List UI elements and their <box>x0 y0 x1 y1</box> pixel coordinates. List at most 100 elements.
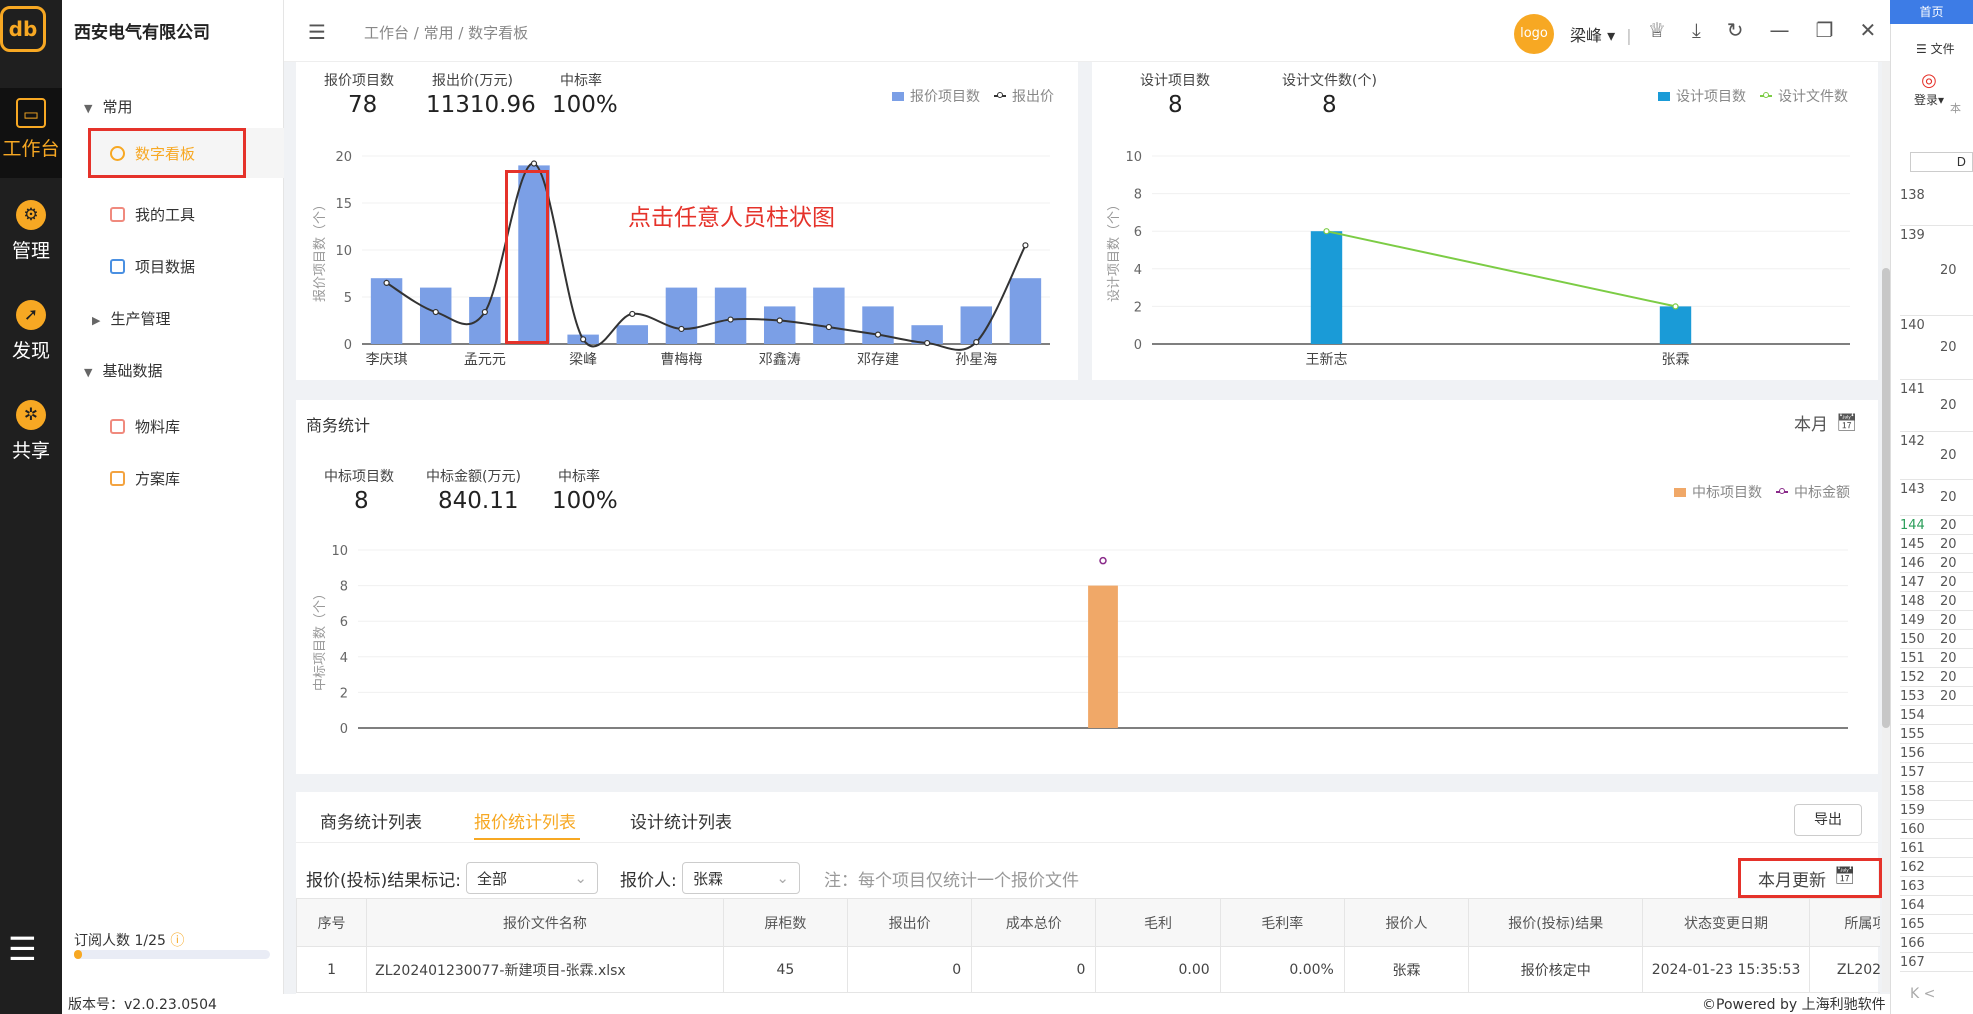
row-number: 154 <box>1900 707 1925 723</box>
spreadsheet-row[interactable]: 138 <box>1900 186 1973 226</box>
cell-value: 20 <box>1940 555 1957 571</box>
stat-label: 中标率 <box>558 469 600 485</box>
tab-quote-list[interactable]: 报价统计列表 <box>474 808 576 833</box>
sidebar-group-basic[interactable]: ▼ 基础数据 <box>84 360 162 381</box>
data-point <box>973 339 980 346</box>
spreadsheet-row[interactable]: 140 20 <box>1900 316 1973 380</box>
spreadsheet-row[interactable]: 143 20 <box>1900 480 1973 516</box>
column-header[interactable]: 报价(投标)结果 <box>1468 898 1644 947</box>
tab-design-list[interactable]: 设计统计列表 <box>630 808 732 833</box>
spreadsheet-row[interactable]: 139 20 <box>1900 226 1973 316</box>
spreadsheet-row[interactable]: 151 20 <box>1900 649 1973 668</box>
column-header[interactable]: 序号 <box>296 898 368 947</box>
download-icon[interactable]: ⤓ <box>1692 18 1701 42</box>
spreadsheet-row[interactable]: 147 20 <box>1900 573 1973 592</box>
spreadsheet-row[interactable]: 163 <box>1900 877 1973 896</box>
spreadsheet-row[interactable]: 157 <box>1900 763 1973 782</box>
login-button[interactable]: ◎ 登录▾ <box>1914 70 1944 108</box>
sidebar-item-tools[interactable]: 我的工具 <box>110 204 195 225</box>
spreadsheet-row[interactable]: 165 <box>1900 915 1973 934</box>
sheet-nav[interactable]: K < <box>1910 986 1935 1002</box>
table-cell: 45 <box>722 946 848 993</box>
quoter-filter-label: 报价人: <box>620 871 677 891</box>
file-menu[interactable]: ☰ 文件 <box>1916 40 1955 57</box>
update-period-picker[interactable]: 本月更新 📅︎ <box>1758 866 1856 891</box>
spreadsheet-row[interactable]: 166 <box>1900 934 1973 953</box>
spreadsheet-row[interactable]: 159 <box>1900 801 1973 820</box>
spreadsheet-row[interactable]: 167 <box>1900 953 1973 972</box>
spreadsheet-row[interactable]: 158 <box>1900 782 1973 801</box>
result-filter-select[interactable]: 全部 ⌄ <box>466 862 598 894</box>
active-tab-indicator <box>474 838 580 840</box>
scrollbar-thumb[interactable] <box>1882 268 1890 728</box>
spreadsheet-row[interactable]: 142 20 <box>1900 432 1973 480</box>
spreadsheet-row[interactable]: 141 20 <box>1900 380 1973 432</box>
share-icon: ✲ <box>16 400 46 430</box>
spreadsheet-row[interactable]: 156 <box>1900 744 1973 763</box>
export-button[interactable]: 导出 <box>1794 804 1862 836</box>
sidebar-item-label: 我的工具 <box>135 206 196 224</box>
column-header[interactable]: 成本总价 <box>971 898 1097 947</box>
spreadsheet-row[interactable]: 152 20 <box>1900 668 1973 687</box>
data-point <box>1672 303 1679 310</box>
row-number: 138 <box>1900 188 1925 203</box>
minimize-icon[interactable]: — <box>1770 18 1790 42</box>
spreadsheet-row[interactable]: 145 20 <box>1900 535 1973 554</box>
spreadsheet-row[interactable]: 150 20 <box>1900 630 1973 649</box>
column-header[interactable]: 报出价 <box>846 898 973 947</box>
column-header[interactable]: 所属项目 <box>1808 898 1880 947</box>
cell-value: 20 <box>1940 688 1957 704</box>
cell-value: 20 <box>1940 340 1957 355</box>
rail-item-discover[interactable]: ➚ 发现 <box>0 290 62 380</box>
spreadsheet-row[interactable]: 148 20 <box>1900 592 1973 611</box>
menu-icon[interactable]: ☰ <box>8 930 37 968</box>
avatar[interactable]: logo <box>1514 14 1554 54</box>
annotation-box-bar <box>505 170 549 344</box>
close-icon[interactable]: ✕ <box>1859 18 1876 42</box>
column-header[interactable]: 报价人 <box>1343 898 1470 947</box>
rail-item-share[interactable]: ✲ 共享 <box>0 390 62 480</box>
spreadsheet-row[interactable]: 149 20 <box>1900 611 1973 630</box>
row-number: 157 <box>1900 764 1925 780</box>
sidebar-item-materials[interactable]: 物料库 <box>110 416 180 437</box>
cell-name-box[interactable]: D <box>1910 152 1973 172</box>
column-header[interactable]: 报价文件名称 <box>366 898 724 947</box>
tab-business-list[interactable]: 商务统计列表 <box>320 808 422 833</box>
stat-label: 中标金额(万元) <box>426 469 521 485</box>
spreadsheet-row[interactable]: 162 <box>1900 858 1973 877</box>
spreadsheet-row[interactable]: 160 <box>1900 820 1973 839</box>
column-header[interactable]: 屏柜数 <box>722 898 848 947</box>
info-icon[interactable]: ⓘ <box>170 933 184 949</box>
company-name: 西安电气有限公司 <box>74 23 210 43</box>
rail-item-manage[interactable]: ⚙ 管理 <box>0 190 62 280</box>
refresh-icon[interactable]: ↻ <box>1727 18 1744 42</box>
column-header[interactable]: 毛利率 <box>1219 898 1345 947</box>
quote-table-wrap: 序号 报价文件名称 屏柜数 报出价 成本总价 毛利 毛利率 报价人 报价(投标)结果 状态变更日期… <box>296 898 1880 994</box>
sidebar-group-common[interactable]: ▼ 常用 <box>84 96 132 117</box>
data-point <box>924 339 931 347</box>
spreadsheet-row[interactable]: 164 <box>1900 896 1973 915</box>
spreadsheet-row[interactable]: 161 <box>1900 839 1973 858</box>
sidebar-group-production[interactable]: ▶ 生产管理 <box>92 308 170 329</box>
rail-item-workbench[interactable]: ▭ 工作台 <box>0 88 62 178</box>
period-picker[interactable]: 本月 📅︎ <box>1794 410 1858 436</box>
tab-home[interactable]: 首页 <box>1890 0 1973 24</box>
main-scrollbar[interactable] <box>1882 62 1890 992</box>
spreadsheet-row[interactable]: 155 <box>1900 725 1973 744</box>
row-number: 164 <box>1900 897 1925 913</box>
quoter-filter-select[interactable]: 张霖 ⌄ <box>682 862 800 894</box>
subscriber-count: 订阅人数 1/25 ⓘ <box>74 933 185 949</box>
column-header[interactable]: 状态变更日期 <box>1642 898 1810 947</box>
sidebar-item-project-data[interactable]: 项目数据 <box>110 256 195 277</box>
user-menu[interactable]: 梁峰 ▾ | <box>1570 22 1632 46</box>
column-header[interactable]: 毛利 <box>1095 898 1221 947</box>
maximize-icon[interactable]: ❐ <box>1816 18 1834 42</box>
spreadsheet-row[interactable]: 154 <box>1900 706 1973 725</box>
spreadsheet-row[interactable]: 144 20 <box>1900 516 1973 535</box>
sidebar-item-schemes[interactable]: 方案库 <box>110 468 180 489</box>
spreadsheet-row[interactable]: 146 20 <box>1900 554 1973 573</box>
skin-icon[interactable]: ♕ <box>1648 18 1666 42</box>
table-row[interactable]: 1 ZL202401230077-新建项目-张霖.xlsx 45 0 0 0.00 0.00… <box>296 946 1880 993</box>
spreadsheet-row[interactable]: 153 20 <box>1900 687 1973 706</box>
collapse-sidebar-icon[interactable]: ☰ <box>308 20 326 44</box>
